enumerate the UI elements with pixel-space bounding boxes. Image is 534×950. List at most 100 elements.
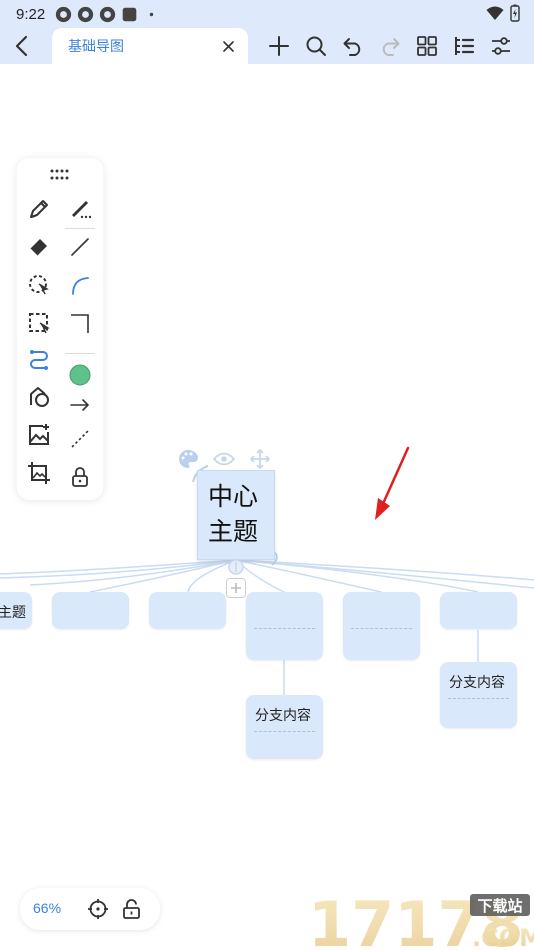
collapse-toggle-icon[interactable] bbox=[226, 558, 246, 576]
shape-icon bbox=[30, 387, 49, 407]
watermark-domain: .COM bbox=[472, 924, 534, 950]
line-tool[interactable] bbox=[65, 232, 95, 262]
marker-tool[interactable] bbox=[65, 194, 95, 224]
palette-separator bbox=[65, 353, 95, 354]
node-divider bbox=[254, 628, 315, 629]
center-topic-text: 中心 主题 bbox=[208, 479, 258, 549]
curve-icon bbox=[72, 277, 89, 295]
search-button[interactable] bbox=[297, 31, 334, 61]
branch-content-node[interactable]: 分支内容 bbox=[440, 662, 517, 728]
undo-button[interactable] bbox=[334, 31, 371, 61]
topic-node-empty[interactable] bbox=[149, 592, 226, 629]
status-notification-icons bbox=[55, 6, 160, 23]
center-topic-node[interactable]: 中心 主题 bbox=[197, 470, 275, 560]
insert-image-tool[interactable] bbox=[24, 420, 54, 450]
unlock-canvas-button[interactable] bbox=[120, 897, 144, 921]
tab-title: 基础导图 bbox=[68, 39, 124, 55]
lock-icon bbox=[72, 467, 88, 487]
palette-icon bbox=[179, 450, 198, 468]
battery-icon bbox=[510, 4, 520, 22]
branch-content-node[interactable]: 分支内容 bbox=[246, 695, 323, 759]
top-bar: 基础导图 bbox=[0, 28, 534, 64]
settings-sliders-icon bbox=[491, 37, 510, 55]
chevron-left-icon bbox=[15, 35, 28, 57]
watermark-logo: 17178 下载站 .COM bbox=[308, 888, 534, 950]
topic-text: 主题 bbox=[0, 605, 26, 621]
center-topic-line-2: 主题 bbox=[208, 517, 259, 546]
connector-tool[interactable] bbox=[24, 344, 54, 374]
zoom-level[interactable]: 66% bbox=[33, 900, 61, 916]
drag-handle-icon[interactable] bbox=[49, 168, 71, 182]
node-divider bbox=[254, 731, 315, 732]
line-icon bbox=[71, 238, 89, 256]
topic-node-partial[interactable]: 主题 bbox=[0, 592, 32, 629]
lock-tool[interactable] bbox=[65, 462, 95, 492]
status-system-icons bbox=[486, 4, 520, 22]
crosshair-icon bbox=[88, 899, 108, 919]
center-topic-line-1: 中心 bbox=[208, 482, 259, 511]
node-move-button[interactable] bbox=[248, 448, 272, 470]
lasso-select-icon bbox=[29, 275, 49, 295]
topic-node-empty[interactable] bbox=[52, 592, 129, 629]
back-button[interactable] bbox=[8, 32, 36, 60]
fill-circle-icon bbox=[69, 364, 91, 386]
node-divider bbox=[351, 628, 412, 629]
add-child-node-button[interactable] bbox=[226, 578, 246, 598]
dashed-line-tool[interactable] bbox=[65, 424, 95, 454]
branch-content-text: 分支内容 bbox=[255, 708, 311, 724]
node-divider bbox=[448, 698, 509, 699]
move-icon bbox=[250, 449, 270, 469]
watermark-tag: 下载站 bbox=[477, 897, 522, 915]
search-icon bbox=[306, 36, 326, 56]
marker-icon bbox=[72, 201, 92, 219]
shape-tool[interactable] bbox=[24, 382, 54, 412]
image-add-icon bbox=[29, 424, 49, 445]
recenter-button[interactable] bbox=[86, 897, 110, 921]
topic-node-empty[interactable] bbox=[440, 592, 517, 629]
redo-button[interactable] bbox=[371, 31, 408, 61]
grid-icon bbox=[416, 36, 437, 56]
node-visibility-button[interactable] bbox=[212, 448, 236, 470]
topic-node-empty[interactable] bbox=[246, 592, 323, 660]
watermark: 17178 下载站 .COM bbox=[306, 888, 534, 950]
app-notification-icon bbox=[100, 6, 116, 22]
dot-icon bbox=[150, 12, 154, 16]
plus-icon bbox=[268, 36, 289, 56]
tab-document[interactable]: 基础导图 bbox=[52, 28, 248, 64]
image-frame-icon bbox=[28, 462, 50, 484]
node-style-button[interactable] bbox=[176, 448, 200, 470]
lasso-tool[interactable] bbox=[24, 270, 54, 300]
status-time: 9:22 bbox=[16, 5, 46, 23]
tab-close-button[interactable] bbox=[218, 36, 238, 56]
arrow-line-tool[interactable] bbox=[65, 390, 95, 420]
branch-content-text: 分支内容 bbox=[449, 675, 505, 691]
corner-line-tool[interactable] bbox=[65, 308, 95, 338]
top-toolbar bbox=[260, 31, 519, 61]
app-notification-icon bbox=[56, 6, 72, 22]
corner-line-icon bbox=[71, 314, 89, 333]
eraser-tool[interactable] bbox=[24, 232, 54, 262]
app-notification-icon bbox=[78, 6, 94, 22]
pen-tool[interactable] bbox=[24, 194, 54, 224]
palette-separator bbox=[65, 228, 95, 229]
status-bar: 9:22 bbox=[0, 0, 534, 28]
dashed-line-icon bbox=[71, 430, 89, 448]
rect-select-tool[interactable] bbox=[24, 308, 54, 338]
outline-button[interactable] bbox=[445, 31, 482, 61]
image-frame-tool[interactable] bbox=[24, 458, 54, 488]
eye-icon bbox=[213, 452, 235, 466]
settings-button[interactable] bbox=[482, 31, 519, 61]
layout-grid-button[interactable] bbox=[408, 31, 445, 61]
close-icon bbox=[222, 40, 234, 52]
unlock-icon bbox=[123, 899, 140, 919]
bottom-controls: 66% bbox=[20, 888, 160, 930]
red-arrow-annotation bbox=[375, 446, 410, 520]
topic-node-empty[interactable] bbox=[343, 592, 420, 660]
redo-icon bbox=[382, 38, 399, 56]
connector-icon bbox=[30, 350, 48, 370]
pen-icon bbox=[30, 200, 48, 218]
curve-tool[interactable] bbox=[65, 270, 95, 300]
fill-color-tool[interactable] bbox=[65, 360, 95, 390]
outline-icon bbox=[454, 37, 474, 55]
add-button[interactable] bbox=[260, 31, 297, 61]
